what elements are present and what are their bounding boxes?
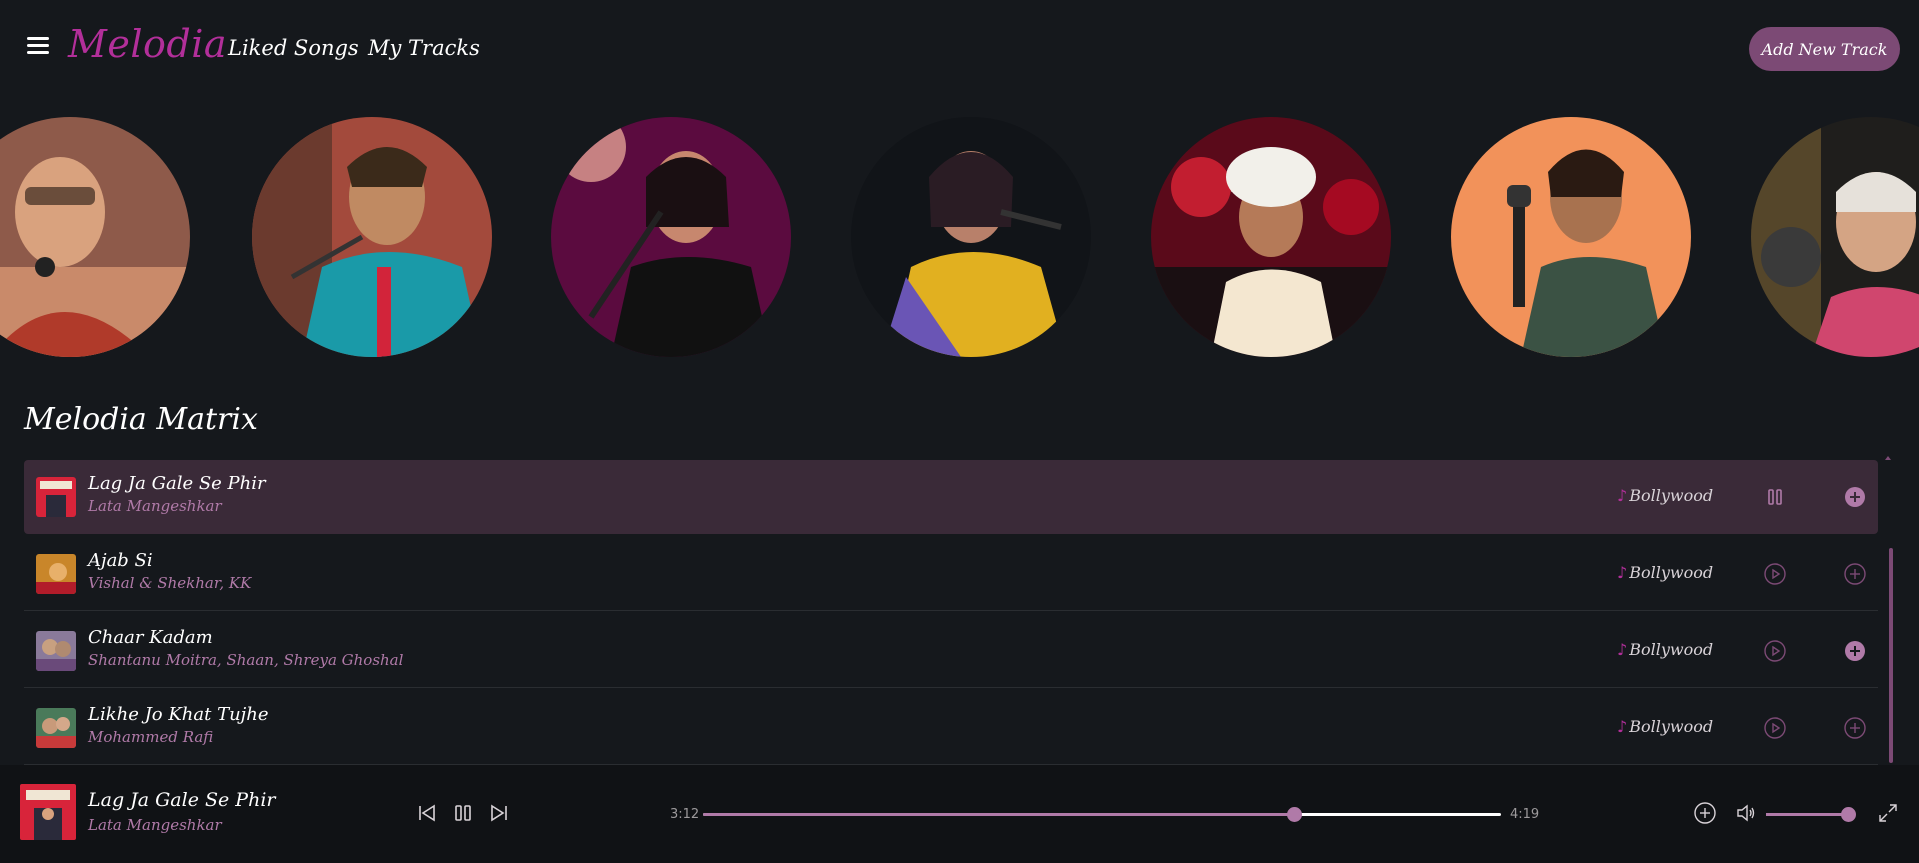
track-title: Likhe Jo Khat Tujhe: [88, 704, 269, 725]
artist-photo-3[interactable]: [551, 117, 791, 357]
add-to-playlist-icon[interactable]: [1694, 802, 1716, 824]
track-genre: ♪ Bollywood: [1617, 717, 1714, 736]
artist-photo-4[interactable]: [851, 117, 1091, 357]
player-bar: Lag Ja Gale Se Phir Lata Mangeshkar 3:12…: [0, 765, 1919, 863]
track-title: Chaar Kadam: [88, 627, 213, 648]
artist-photo-7[interactable]: [1751, 117, 1919, 357]
artist-photo-5[interactable]: [1151, 117, 1391, 357]
music-note-icon: ♪: [1617, 486, 1628, 505]
track-artist: Vishal & Shekhar, KK: [88, 574, 252, 592]
track-artist: Lata Mangeshkar: [88, 497, 222, 515]
progress-bar[interactable]: [703, 807, 1501, 822]
scroll-up-arrow-icon[interactable]: [1885, 456, 1891, 460]
track-genre: ♪ Bollywood: [1617, 563, 1714, 582]
next-track-icon[interactable]: [488, 802, 510, 824]
artist-carousel: [0, 117, 1919, 357]
section-title: Melodia Matrix: [24, 402, 258, 437]
now-playing-title: Lag Ja Gale Se Phir: [88, 789, 276, 811]
track-row[interactable]: Likhe Jo Khat Tujhe Mohammed Rafi ♪ Bolly…: [24, 691, 1878, 765]
progress-fill: [703, 813, 1294, 816]
previous-track-icon[interactable]: [416, 802, 438, 824]
album-art-3: [36, 631, 76, 671]
volume-icon[interactable]: [1735, 802, 1757, 824]
album-art-1: [36, 477, 76, 517]
track-genre: ♪ Bollywood: [1617, 486, 1714, 505]
track-list: Lag Ja Gale Se Phir Lata Mangeshkar ♪ Bol…: [24, 460, 1878, 765]
add-to-liked-icon[interactable]: [1844, 563, 1866, 585]
track-genre: ♪ Bollywood: [1617, 640, 1714, 659]
progress-knob[interactable]: [1286, 807, 1302, 822]
volume-fill: [1766, 813, 1848, 816]
pause-icon[interactable]: [452, 802, 474, 824]
music-note-icon: ♪: [1617, 563, 1628, 582]
music-note-icon: ♪: [1617, 717, 1628, 736]
music-note-icon: ♪: [1617, 640, 1628, 659]
top-header: Melodia Liked Songs My Tracks Add New Tr…: [0, 0, 1919, 100]
add-to-liked-filled-icon[interactable]: [1844, 486, 1866, 508]
now-playing-artist: Lata Mangeshkar: [88, 816, 222, 834]
album-art-2: [36, 554, 76, 594]
volume-knob[interactable]: [1840, 807, 1856, 822]
artist-photo-1[interactable]: [0, 117, 190, 357]
play-icon[interactable]: [1764, 640, 1786, 662]
volume-slider[interactable]: [1766, 807, 1856, 822]
add-to-liked-icon[interactable]: [1844, 717, 1866, 739]
play-icon[interactable]: [1764, 563, 1786, 585]
hamburger-menu-icon[interactable]: [27, 37, 49, 55]
now-playing-album-art: [20, 784, 76, 840]
nav-liked-songs[interactable]: Liked Songs: [228, 36, 359, 60]
add-new-track-button[interactable]: Add New Track: [1749, 27, 1900, 71]
artist-photo-2[interactable]: [252, 117, 492, 357]
nav-my-tracks[interactable]: My Tracks: [368, 36, 480, 60]
track-row[interactable]: Chaar Kadam Shantanu Moitra, Shaan, Shre…: [24, 614, 1878, 688]
track-row[interactable]: Ajab Si Vishal & Shekhar, KK ♪ Bollywood: [24, 537, 1878, 611]
add-to-liked-filled-icon[interactable]: [1844, 640, 1866, 662]
track-title: Lag Ja Gale Se Phir: [88, 473, 266, 494]
track-title: Ajab Si: [88, 550, 153, 571]
pause-icon[interactable]: [1764, 486, 1786, 508]
track-artist: Mohammed Rafi: [88, 728, 214, 746]
app-logo[interactable]: Melodia: [68, 22, 227, 66]
fullscreen-icon[interactable]: [1877, 802, 1899, 824]
album-art-4: [36, 708, 76, 748]
track-list-scrollbar[interactable]: [1889, 548, 1893, 763]
track-artist: Shantanu Moitra, Shaan, Shreya Ghoshal: [88, 651, 404, 669]
total-time: 4:19: [1510, 807, 1540, 822]
track-row[interactable]: Lag Ja Gale Se Phir Lata Mangeshkar ♪ Bol…: [24, 460, 1878, 534]
artist-photo-6[interactable]: [1451, 117, 1691, 357]
play-icon[interactable]: [1764, 717, 1786, 739]
current-time: 3:12: [670, 807, 700, 822]
